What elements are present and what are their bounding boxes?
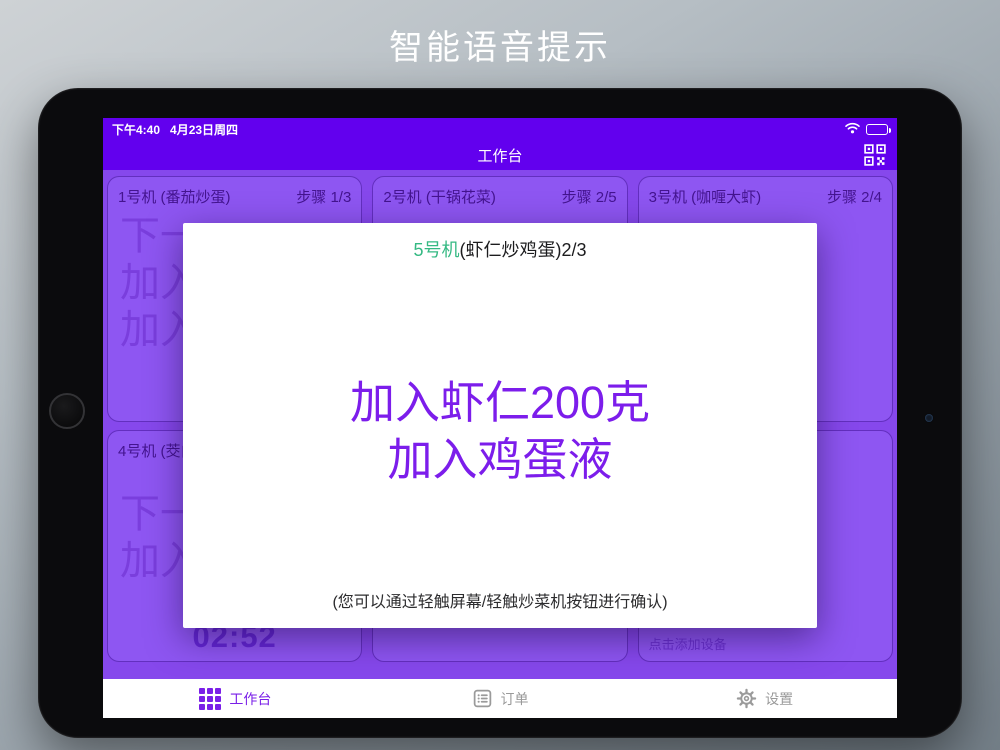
tab-label: 工作台 [229, 690, 272, 707]
machine-label: 2号机 (干锅花菜) [383, 189, 496, 206]
modal-confirm-hint: (您可以通过轻触屏幕/轻触炒菜机按钮进行确认) [332, 594, 668, 611]
voice-prompt-modal[interactable]: 5号机(虾仁炒鸡蛋)2/3 加入虾仁200克 加入鸡蛋液 (您可以通过轻触屏幕/… [183, 223, 817, 628]
instruction-line-2: 加入鸡蛋液 [387, 434, 613, 485]
add-device-label: 点击添加设备 [648, 637, 727, 652]
nav-title: 工作台 [477, 148, 523, 165]
status-bar: 下午4:40 4月23日周四 [103, 118, 897, 140]
machine-step: 步骤 1/3 [296, 189, 352, 206]
tab-orders[interactable]: 订单 [368, 679, 633, 718]
status-time: 下午4:40 [112, 122, 161, 137]
tab-workbench[interactable]: 工作台 [103, 679, 368, 718]
machine-step: 步骤 2/5 [561, 189, 617, 206]
status-date: 4月23日周四 [170, 122, 239, 137]
nav-bar: 工作台 [103, 140, 897, 170]
modal-machine-name: 5号机 [413, 240, 460, 260]
qr-scan-icon[interactable] [864, 144, 886, 166]
tab-settings[interactable]: 设置 [632, 679, 897, 718]
ipad-frame: 下午4:40 4月23日周四 工作台 1号机 (番茄炒蛋) 步骤 1/3 下一 … [38, 88, 962, 738]
modal-dish-step: (虾仁炒鸡蛋)2/3 [459, 240, 587, 260]
status-right [845, 122, 891, 137]
page-title: 智能语音提示 [389, 29, 611, 67]
gear-icon [736, 688, 757, 709]
modal-title: 5号机(虾仁炒鸡蛋)2/3 [413, 236, 586, 262]
instruction-line-1: 加入虾仁200克 [349, 377, 651, 429]
camera-icon [925, 414, 933, 422]
grid-icon [199, 687, 222, 710]
order-list-icon [472, 688, 493, 709]
machine-label: 3号机 (咖喱大虾) [648, 189, 762, 206]
app-screen: 下午4:40 4月23日周四 工作台 1号机 (番茄炒蛋) 步骤 1/3 下一 … [103, 118, 897, 718]
wifi-icon [845, 122, 860, 137]
tab-label: 设置 [765, 690, 794, 707]
tab-bar: 工作台 订单 设置 [103, 679, 897, 718]
machine-step: 步骤 2/4 [826, 189, 882, 206]
battery-icon [866, 123, 891, 135]
screenshot-stage: 智能语音提示 下午4:40 4月23日周四 工作台 1号机 (番茄炒蛋) 步骤 … [0, 0, 1000, 750]
modal-instructions: 加入虾仁200克 加入鸡蛋液 [350, 262, 650, 602]
machine-label: 1号机 (番茄炒蛋) [118, 189, 231, 206]
tab-label: 订单 [500, 690, 529, 707]
home-button [49, 393, 85, 429]
status-left: 下午4:40 4月23日周四 [112, 121, 248, 138]
